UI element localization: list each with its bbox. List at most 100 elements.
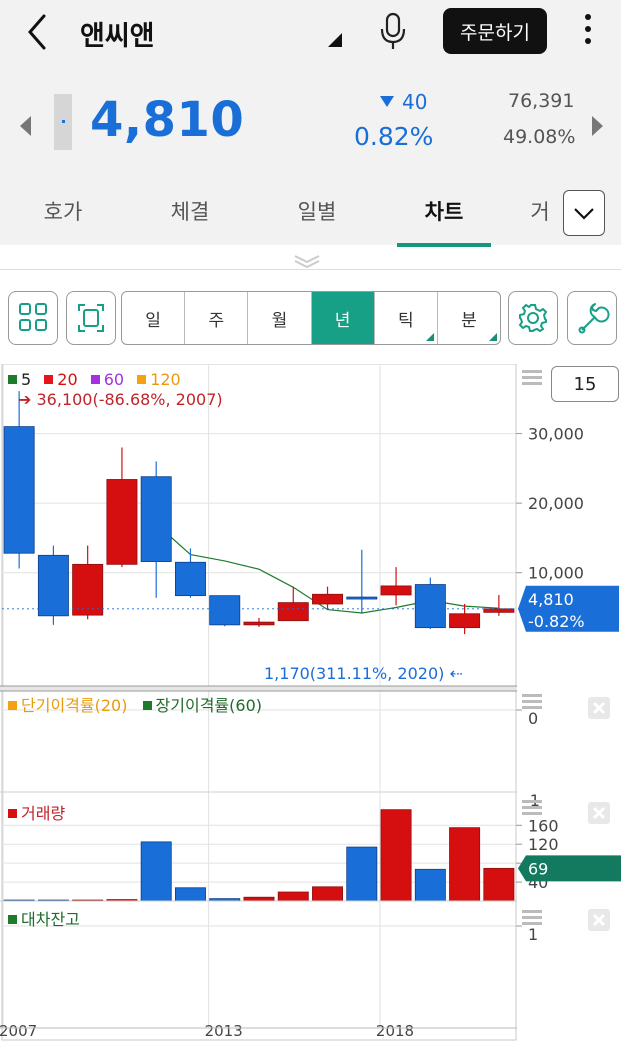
low-label: 1,170(311.11%, 2020) [264, 664, 445, 683]
menu-icon [522, 382, 542, 385]
candle-body [449, 613, 481, 629]
settings-button[interactable] [508, 291, 558, 345]
candle-body [174, 561, 206, 597]
back-icon[interactable] [22, 12, 52, 52]
ma-legend: 5 20 60 120 [8, 370, 181, 389]
volume-bar [380, 809, 412, 902]
period-month-button[interactable]: 월 [248, 292, 312, 344]
price-change-pct: 0.82% [354, 122, 434, 151]
legend-ma5: 5 [21, 370, 32, 389]
current-price-tag-price: 4,810 [528, 590, 574, 609]
tab-daily[interactable]: 일별 [272, 196, 362, 226]
tab-chart[interactable]: 차트 [399, 196, 489, 226]
legend-swatch [8, 915, 17, 924]
tab-more[interactable]: 거 [520, 196, 560, 226]
volume-tick-label: 160 [528, 816, 559, 835]
active-tab-underline [397, 243, 491, 247]
price-change: 40 [380, 90, 427, 114]
short-legend: 대차잔고 [8, 906, 80, 930]
volume-bar [414, 868, 446, 902]
candle-body [106, 479, 138, 565]
menu-icon [522, 370, 542, 373]
next-stock-arrow-icon[interactable] [592, 116, 603, 136]
close-volume-button[interactable] [588, 802, 610, 824]
candle-body [312, 593, 344, 605]
close-indicator-button[interactable] [588, 697, 610, 719]
tabs-dropdown-button[interactable] [563, 190, 605, 236]
menu-icon [522, 916, 542, 919]
volume-legend: 거래량 [8, 800, 65, 824]
volume-bar [346, 846, 378, 902]
low-annotation: 1,170(311.11%, 2020) ⇠ [264, 664, 463, 683]
legend-short-disparity: 단기이격률(20) [21, 696, 128, 715]
tab-trades[interactable]: 체결 [145, 196, 235, 226]
period-minute-button[interactable]: 분 [438, 292, 500, 344]
legend-swatch [44, 375, 54, 384]
submenu-corner-icon [425, 333, 434, 341]
period-label: 일 [145, 310, 161, 331]
right-arrow-icon: ➔ [18, 390, 32, 409]
price-tick-label: 20,000 [528, 494, 584, 513]
candle-body [72, 563, 104, 616]
legend-swatch [8, 375, 17, 384]
close-short-button[interactable] [588, 909, 610, 931]
grid-icon [19, 303, 47, 331]
ratio-value: 49.08% [503, 126, 576, 148]
layout-grid-button[interactable] [8, 291, 58, 345]
volume-bar [277, 891, 309, 902]
legend-volume: 거래량 [21, 804, 66, 823]
mini-candle-icon [54, 94, 72, 150]
legend-long-disparity: 장기이격률(60) [155, 696, 262, 715]
period-label: 년 [334, 310, 351, 331]
volume-bar [312, 886, 344, 902]
submenu-corner-icon [489, 333, 498, 341]
dropdown-corner-icon[interactable] [328, 33, 342, 47]
x-tick-label: 2007 [0, 1022, 37, 1040]
period-label: 주 [208, 310, 225, 331]
fullscreen-icon [78, 304, 104, 332]
legend-swatch [90, 375, 100, 384]
prev-stock-arrow-icon[interactable] [20, 116, 31, 136]
candle-body [380, 585, 412, 596]
menu-icon [522, 700, 542, 703]
legend-short-balance: 대차잔고 [21, 910, 80, 929]
price-tick-label: 30,000 [528, 425, 584, 444]
candle-body [140, 476, 172, 562]
period-week-button[interactable]: 주 [185, 292, 249, 344]
tools-button[interactable] [567, 291, 617, 345]
close-icon [592, 913, 606, 927]
period-day-button[interactable]: 일 [122, 292, 186, 344]
legend-ma60: 60 [103, 370, 125, 389]
indicator-tick-label: 0 [528, 709, 538, 728]
high-label: 36,100(-86.68%, 2007) [36, 390, 223, 409]
candle-body [414, 584, 446, 629]
period-year-button[interactable]: 년 [311, 292, 375, 344]
short-tick-label: 1 [528, 925, 538, 944]
menu-icon [522, 694, 542, 697]
order-button[interactable]: 주문하기 [443, 8, 547, 54]
menu-icon [522, 800, 542, 803]
stock-name[interactable]: 앤씨앤 [80, 14, 155, 53]
more-icon[interactable] [578, 14, 598, 50]
candle-count-box[interactable]: 15 [551, 366, 619, 402]
stock-header: 앤씨앤 주문하기 4,810 40 0.82% 76,391 49.08% 호가… [0, 0, 621, 247]
chevron-down-icon [574, 208, 594, 220]
period-tick-button[interactable]: 틱 [375, 292, 438, 344]
tab-hoga[interactable]: 호가 [18, 196, 108, 226]
legend-ma20: 20 [57, 370, 78, 389]
fullscreen-button[interactable] [66, 291, 116, 345]
collapse-handle-icon[interactable] [292, 254, 322, 268]
volume-bar [140, 841, 172, 902]
candle-body [37, 554, 69, 617]
menu-icon [522, 910, 542, 913]
volume-bar [243, 896, 275, 902]
mic-icon[interactable] [378, 12, 408, 50]
volume-tick-label: 120 [528, 835, 559, 854]
period-label: 틱 [397, 310, 414, 331]
high-annotation: ➔ 36,100(-86.68%, 2007) [18, 390, 223, 409]
wrench-icon [578, 303, 610, 334]
candle-body [483, 608, 515, 613]
current-price: 4,810 [90, 92, 245, 148]
candle-body [3, 426, 35, 554]
candle-body [243, 621, 275, 626]
